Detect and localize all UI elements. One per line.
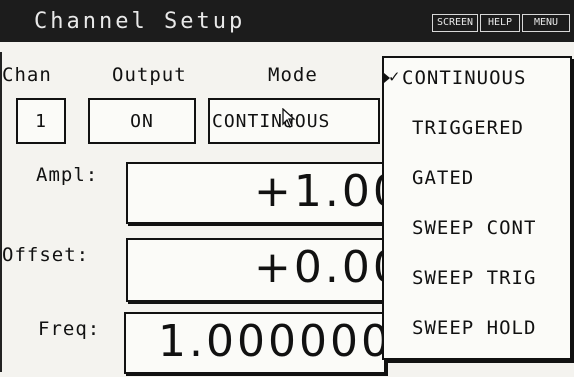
offset-label: Offset: xyxy=(2,244,90,266)
pointer-arrow-icon xyxy=(282,108,296,128)
help-button[interactable]: HELP xyxy=(480,14,520,32)
ampl-field[interactable]: +1.000 xyxy=(126,162,386,224)
ampl-label: Ampl: xyxy=(36,164,99,186)
menu-item-continuous[interactable]: ✓ CONTINUOUS xyxy=(384,64,570,94)
offset-value: +0.000 xyxy=(254,242,384,293)
menu-item-label: SWEEP TRIG xyxy=(412,267,537,289)
menu-item-sweep-hold[interactable]: SWEEP HOLD xyxy=(384,314,570,344)
screen-button[interactable]: SCREEN xyxy=(432,14,478,32)
mode-dropdown-menu: ✓ CONTINUOUS TRIGGERED GATED SWEEP CONT … xyxy=(382,56,572,360)
freq-field[interactable]: 1.0000000 xyxy=(124,312,386,374)
chan-header: Chan xyxy=(2,64,52,86)
output-header: Output xyxy=(112,64,187,86)
menu-item-label: TRIGGERED xyxy=(412,117,524,139)
chan-field[interactable]: 1 xyxy=(16,98,66,144)
mode-header: Mode xyxy=(268,64,318,86)
left-edge-divider xyxy=(0,52,2,372)
menu-item-label: SWEEP CONT xyxy=(412,217,537,239)
menu-item-gated[interactable]: GATED xyxy=(384,164,570,194)
output-field[interactable]: ON xyxy=(88,98,196,144)
menu-item-sweep-cont[interactable]: SWEEP CONT xyxy=(384,214,570,244)
menu-button[interactable]: MENU xyxy=(522,14,570,32)
menu-item-triggered[interactable]: TRIGGERED xyxy=(384,114,570,144)
menu-item-sweep-trig[interactable]: SWEEP TRIG xyxy=(384,264,570,294)
menu-item-label: CONTINUOUS xyxy=(402,67,527,89)
offset-field[interactable]: +0.000 xyxy=(126,238,386,302)
freq-value: 1.0000000 xyxy=(158,316,384,367)
menu-item-label: GATED xyxy=(412,167,475,189)
checkmark-icon: ✓ xyxy=(389,67,401,87)
ampl-value: +1.000 xyxy=(254,166,384,217)
menu-item-label: SWEEP HOLD xyxy=(412,317,537,339)
title-bar: Channel Setup SCREEN HELP MENU xyxy=(0,0,574,42)
freq-label: Freq: xyxy=(38,318,101,340)
window-title: Channel Setup xyxy=(34,9,246,34)
